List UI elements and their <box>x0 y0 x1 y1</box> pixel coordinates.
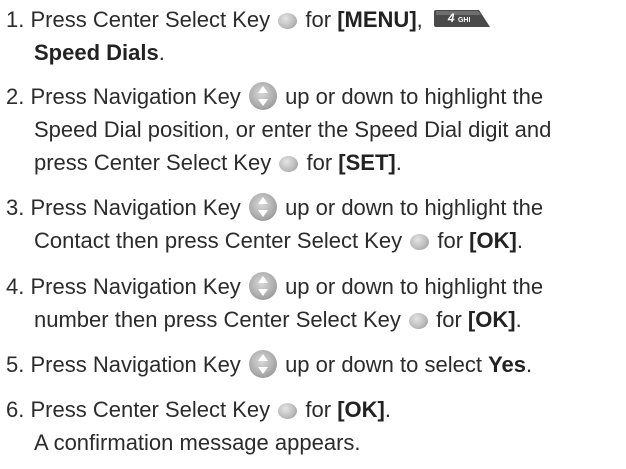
punct: . <box>158 40 165 65</box>
step-number: 2. <box>6 84 25 109</box>
punct: . <box>515 307 522 332</box>
center-select-key-icon <box>279 156 299 172</box>
step-2: 2. Press Navigation Key up or down to hi… <box>6 80 551 179</box>
center-select-key-icon <box>278 403 298 419</box>
key-digit: 4 <box>447 11 455 25</box>
step-text: Press Navigation Key <box>30 274 241 299</box>
punct: . <box>395 150 402 175</box>
punct: . <box>516 228 523 253</box>
step-text: Press Navigation Key <box>30 84 241 109</box>
yes-label: Yes <box>488 352 527 377</box>
step-text: up or down to select <box>285 352 482 377</box>
key-4-ghi-icon: 4 GHI <box>433 9 491 28</box>
punct: , <box>416 7 423 32</box>
step-text: Press Navigation Key <box>30 352 241 377</box>
step-text: Press Center Select Key <box>30 7 271 32</box>
punct: . <box>384 397 391 422</box>
navigation-key-icon <box>248 193 277 221</box>
punct: . <box>526 352 533 377</box>
step-3: 3. Press Navigation Key up or down to hi… <box>6 191 543 257</box>
step-text: for <box>305 397 332 422</box>
step-text: Contact then press Center Select Key <box>34 228 403 253</box>
set-label: [SET] <box>338 150 396 175</box>
speed-dials-label: Speed Dials <box>34 40 159 65</box>
center-select-key-icon <box>408 313 428 329</box>
navigation-key-icon <box>248 82 277 110</box>
ok-label: [OK] <box>469 228 517 253</box>
ok-label: [OK] <box>337 397 385 422</box>
step-text: press Center Select Key <box>34 150 272 175</box>
step-text: Speed Dial position, or enter the Speed … <box>34 117 552 142</box>
step-6: 6. Press Center Select Key for [OK]. A c… <box>6 393 391 459</box>
step-number: 1. <box>6 7 25 32</box>
step-text: for <box>305 7 332 32</box>
step-text: for <box>436 307 462 332</box>
navigation-key-icon <box>248 350 277 378</box>
step-text: up or down to highlight the <box>285 195 544 220</box>
step-1: 1. Press Center Select Key for [MENU], 4… <box>6 3 491 69</box>
step-5: 5. Press Navigation Key up or down to se… <box>6 348 532 381</box>
step-text: Press Navigation Key <box>30 195 241 220</box>
key-letters: GHI <box>457 17 471 24</box>
step-text: for <box>306 150 333 175</box>
ok-label: [OK] <box>467 307 516 332</box>
step-number: 5. <box>6 352 25 377</box>
center-select-key-icon <box>278 13 298 29</box>
step-text: Press Center Select Key <box>30 397 271 422</box>
step-text: for <box>437 228 464 253</box>
center-select-key-icon <box>410 234 430 250</box>
step-text: number then press Center Select Key <box>34 307 401 332</box>
step-number: 6. <box>6 397 25 422</box>
step-number: 3. <box>6 195 25 220</box>
step-number: 4. <box>6 274 25 299</box>
navigation-key-icon <box>248 272 277 300</box>
step-4: 4. Press Navigation Key up or down to hi… <box>6 270 543 336</box>
confirmation-text: A confirmation message appears. <box>34 430 361 455</box>
step-text: up or down to highlight the <box>285 274 544 299</box>
step-text: up or down to highlight the <box>285 84 544 109</box>
menu-label: [MENU] <box>337 7 417 32</box>
